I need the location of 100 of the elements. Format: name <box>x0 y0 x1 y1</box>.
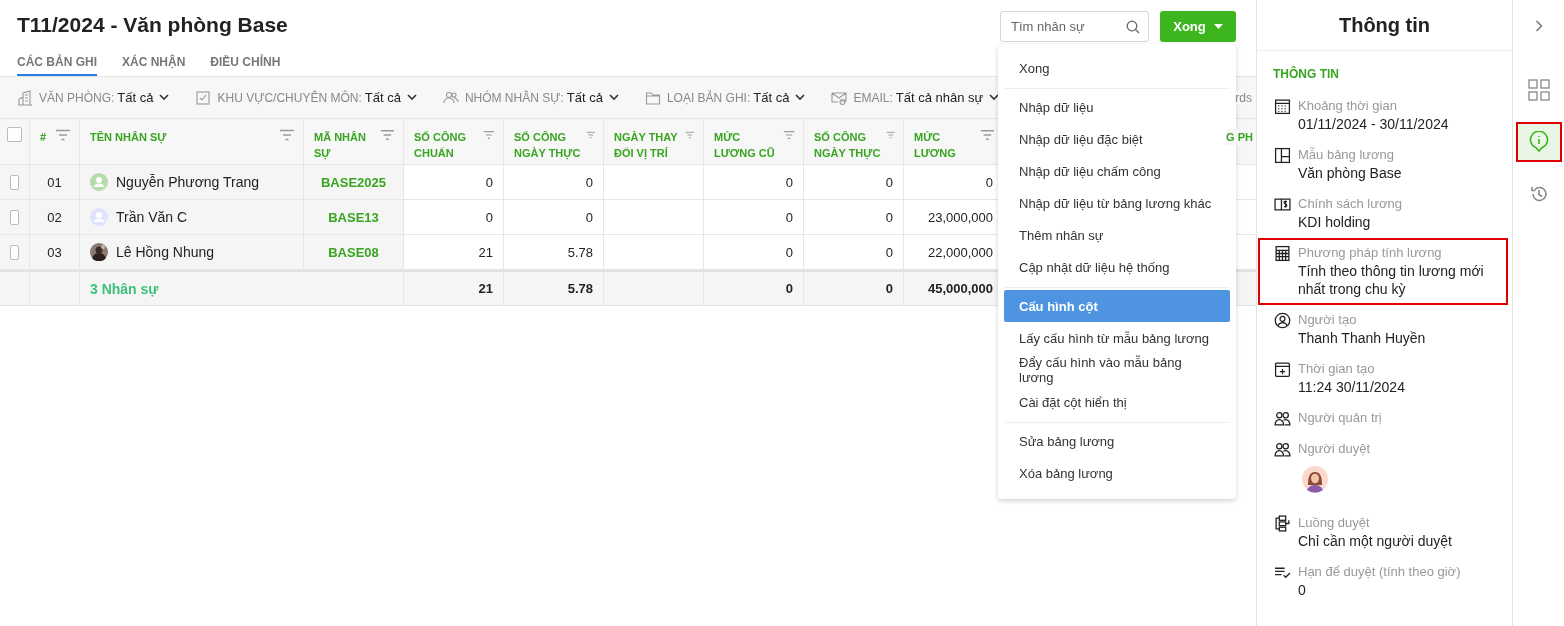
chevron-down-icon <box>406 94 417 101</box>
menu-item[interactable]: Thêm nhân sự <box>1004 219 1230 251</box>
menu-item[interactable]: Xong <box>1004 52 1230 84</box>
table-cell: 0 <box>804 270 904 306</box>
table-cell: 0 <box>804 200 904 235</box>
field-label: Người tạo <box>1298 311 1358 328</box>
filter-icon[interactable] <box>685 129 695 141</box>
field-value: Tính theo thông tin lương mới nhất trong chu kỳ <box>1298 262 1485 298</box>
field-label: Hạn để duyệt (tính theo giờ) <box>1298 563 1461 580</box>
chevron-right-icon[interactable] <box>1535 20 1543 32</box>
table-cell: BASE2025 <box>304 165 404 200</box>
field-label: Mẫu bảng lương <box>1298 146 1395 163</box>
employee-name: Trần Văn C <box>116 209 188 225</box>
filter-dropdown[interactable]: EMAIL: Tất cả nhân sự <box>831 89 1000 106</box>
menu-item[interactable]: Cài đặt cột hiển thị <box>1004 386 1230 418</box>
tab[interactable]: ĐIỀU CHỈNH <box>210 44 281 76</box>
filter-icon[interactable] <box>483 129 495 141</box>
chevron-down-icon <box>989 94 1000 101</box>
filter-icon[interactable] <box>55 129 71 141</box>
field-label: Thời gian tạo <box>1298 360 1376 377</box>
building-icon <box>17 89 33 106</box>
field-value: 01/11/2024 - 30/11/2024 <box>1298 115 1449 133</box>
calendar-plus-icon <box>1274 361 1291 378</box>
approver-avatar-icon <box>1301 465 1329 493</box>
filter-dropdown[interactable]: LOẠI BẢN GHI: Tất cả <box>644 89 806 106</box>
table-cell: 0 <box>704 200 804 235</box>
menu-item[interactable]: Sửa bảng lương <box>1004 425 1230 457</box>
column-header: SỐ CÔNG NGÀY THỰC <box>504 119 604 165</box>
filter-dropdown[interactable]: KHU VỰC/CHUYÊN MÔN: Tất cả <box>195 89 417 106</box>
filter-icon[interactable] <box>380 129 395 141</box>
calculator-icon <box>1274 245 1291 262</box>
table-cell: 0 <box>404 165 504 200</box>
search-icon <box>1126 20 1140 34</box>
field-label: Người quản trị <box>1298 409 1382 426</box>
table-cell: 03 <box>30 235 80 270</box>
caret-icon <box>1213 24 1223 29</box>
page-title: T11/2024 - Văn phòng Base <box>17 13 288 38</box>
menu-item[interactable]: Đẩy cấu hình vào mẫu bảng lương <box>1004 354 1230 386</box>
info-icon[interactable] <box>1516 122 1562 162</box>
column-header: MỨC LƯƠNG CŨ <box>704 119 804 165</box>
column-header: NGÀY THAY ĐỔI VỊ TRÍ <box>604 119 704 165</box>
tab[interactable]: XÁC NHẬN <box>122 44 186 76</box>
field-value: 11:24 30/11/2024 <box>1298 378 1405 396</box>
chevron-down-icon <box>159 94 170 101</box>
filter-icon[interactable] <box>782 129 795 141</box>
chevron-down-icon <box>795 94 806 101</box>
field-label: Phương pháp tính lương <box>1298 244 1443 261</box>
people-icon <box>442 89 459 106</box>
employee-name: Nguyễn Phương Trang <box>116 174 260 190</box>
book-dollar-icon <box>1274 196 1291 213</box>
panel-title: Thông tin <box>1257 0 1512 51</box>
table-cell: BASE08 <box>304 235 404 270</box>
field-value: 0 <box>1298 581 1307 599</box>
filter-dropdown[interactable]: VĂN PHÒNG: Tất cả <box>17 89 170 106</box>
row-checkbox[interactable] <box>10 209 19 225</box>
row-checkbox[interactable] <box>10 174 19 190</box>
table-cell: 0 <box>804 165 904 200</box>
people-icon <box>1274 441 1291 458</box>
table-cell: 5.78 <box>504 270 604 306</box>
search-field[interactable]: Tìm nhân sự <box>1000 11 1149 42</box>
table-cell: 0 <box>704 270 804 306</box>
user-circle-icon <box>1274 312 1291 329</box>
menu-item[interactable]: Lấy cấu hình từ mẫu bảng lương <box>1004 322 1230 354</box>
flow-icon <box>1274 515 1291 532</box>
field-value: Chỉ cần một người duyệt <box>1298 532 1452 550</box>
table-cell: BASE13 <box>304 200 404 235</box>
column-header: MÃ NHÂN SỰ <box>304 119 404 165</box>
menu-item[interactable]: Cập nhật dữ liệu hệ thống <box>1004 251 1230 283</box>
table-cell: 21 <box>404 270 504 306</box>
filter-icon[interactable] <box>279 129 295 141</box>
filter-icon[interactable] <box>885 129 895 141</box>
table-cell: 0 <box>404 200 504 235</box>
filter-text: rds <box>1235 90 1252 105</box>
filter-icon[interactable] <box>585 129 595 141</box>
field-value: Thanh Thanh Huyền <box>1298 329 1426 347</box>
column-header: TÊN NHÂN SỰ <box>80 119 304 165</box>
layout-icon <box>1274 147 1291 164</box>
column-header: # <box>30 119 80 165</box>
calendar-icon <box>1274 98 1291 115</box>
field-label: Luồng duyệt <box>1298 514 1371 531</box>
section-title: THÔNG TIN <box>1272 65 1340 83</box>
employee-count: 3 Nhân sự <box>90 280 159 297</box>
table-cell: 01 <box>30 165 80 200</box>
table-cell: 0 <box>704 165 804 200</box>
checkbox-icon <box>195 89 212 106</box>
table-cell: 0 <box>504 200 604 235</box>
chevron-down-icon <box>608 94 619 101</box>
filter-dropdown[interactable]: NHÓM NHÂN SỰ: Tất cả <box>442 89 619 106</box>
field-label: Người duyệt <box>1298 440 1371 457</box>
filter-icon[interactable] <box>980 129 995 141</box>
row-checkbox[interactable] <box>10 244 19 260</box>
menu-item[interactable]: Xóa bảng lương <box>1004 457 1230 489</box>
column-header: SỐ CÔNG CHUẨN <box>404 119 504 165</box>
field-value: Văn phòng Base <box>1298 164 1402 182</box>
menu-item[interactable]: Nhập dữ liệu từ bảng lương khác <box>1004 187 1230 219</box>
field-label: Khoảng thời gian <box>1298 97 1398 114</box>
table-cell: 02 <box>30 200 80 235</box>
column-header: SỐ CÔNG NGÀY THỰC <box>804 119 904 165</box>
folder-icon <box>644 89 661 106</box>
select-all-checkbox[interactable] <box>7 127 22 142</box>
